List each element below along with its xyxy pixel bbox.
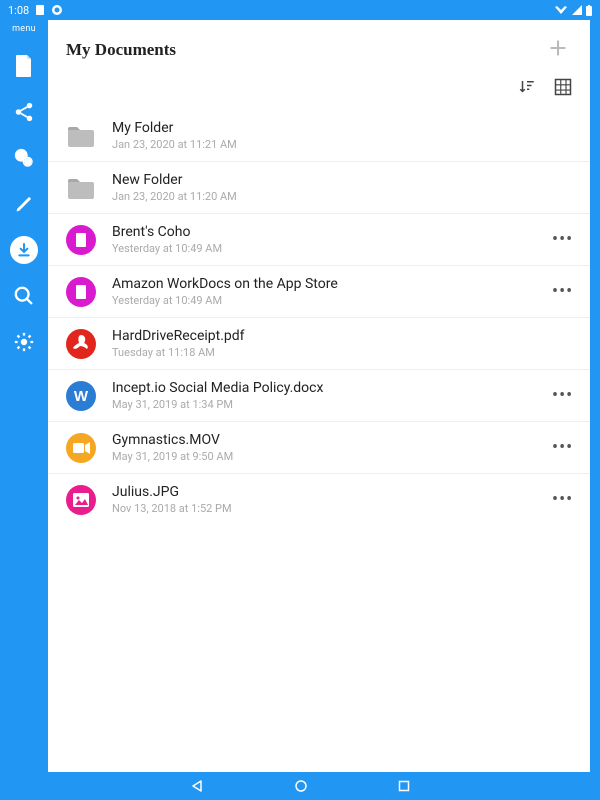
main-panel: My Documents My Folder Jan 23, 2020 at 11… xyxy=(48,20,590,772)
nav-home-button[interactable] xyxy=(294,779,308,793)
more-button[interactable]: ••• xyxy=(548,439,572,457)
list-item-name: New Folder xyxy=(112,172,572,188)
sidebar-download-icon[interactable] xyxy=(10,236,38,264)
battery-icon xyxy=(586,5,592,16)
list-item-meta: May 31, 2019 at 9:50 AM xyxy=(112,450,532,463)
list-item-text: Julius.JPG Nov 13, 2018 at 1:52 PM xyxy=(112,484,532,515)
more-button[interactable]: ••• xyxy=(548,387,572,405)
list-item[interactable]: Julius.JPG Nov 13, 2018 at 1:52 PM ••• xyxy=(48,474,590,525)
video-icon xyxy=(66,433,96,463)
more-button[interactable]: ••• xyxy=(548,231,572,249)
list-item-text: New Folder Jan 23, 2020 at 11:20 AM xyxy=(112,172,572,203)
list-item[interactable]: HardDriveReceipt.pdf Tuesday at 11:18 AM xyxy=(48,318,590,370)
more-icon: ••• xyxy=(552,489,573,510)
list-item-text: Gymnastics.MOV May 31, 2019 at 9:50 AM xyxy=(112,432,532,463)
list-item-meta: Yesterday at 10:49 AM xyxy=(112,242,532,255)
signal-icon xyxy=(572,5,582,15)
status-bar: 1:08 xyxy=(0,0,600,20)
more-icon: ••• xyxy=(552,385,573,406)
list-item-meta: May 31, 2019 at 1:34 PM xyxy=(112,398,532,411)
folder-icon xyxy=(66,121,96,151)
grid-view-button[interactable] xyxy=(554,78,572,100)
list-item-name: Julius.JPG xyxy=(112,484,532,500)
nav-back-button[interactable] xyxy=(190,779,204,793)
more-button[interactable]: ••• xyxy=(548,283,572,301)
page-title: My Documents xyxy=(66,40,176,60)
plus-icon xyxy=(548,38,568,58)
more-icon: ••• xyxy=(552,437,573,458)
list-item-name: Amazon WorkDocs on the App Store xyxy=(112,276,532,292)
image-icon xyxy=(66,485,96,515)
status-left: 1:08 xyxy=(8,4,63,17)
sidebar-chat-icon[interactable] xyxy=(10,144,38,172)
more-button[interactable]: ••• xyxy=(548,491,572,509)
add-button[interactable] xyxy=(544,34,572,66)
sort-icon xyxy=(518,78,536,96)
list-item-text: HardDriveReceipt.pdf Tuesday at 11:18 AM xyxy=(112,328,572,359)
sidebar-settings-icon[interactable] xyxy=(10,328,38,356)
list-item-name: HardDriveReceipt.pdf xyxy=(112,328,572,344)
list-item-text: My Folder Jan 23, 2020 at 11:21 AM xyxy=(112,120,572,151)
list-item[interactable]: W Incept.io Social Media Policy.docx May 3… xyxy=(48,370,590,422)
sort-button[interactable] xyxy=(518,78,536,100)
doc-magenta-icon xyxy=(66,225,96,255)
status-time: 1:08 xyxy=(8,4,29,17)
list-item-meta: Jan 23, 2020 at 11:20 AM xyxy=(112,190,572,203)
pdf-icon xyxy=(66,329,96,359)
list-item[interactable]: My Folder Jan 23, 2020 at 11:21 AM xyxy=(48,110,590,162)
list-item-meta: Tuesday at 11:18 AM xyxy=(112,346,572,359)
grid-icon xyxy=(554,78,572,96)
list-item-text: Brent's Coho Yesterday at 10:49 AM xyxy=(112,224,532,255)
status-app-icon xyxy=(51,4,63,16)
list-item-meta: Yesterday at 10:49 AM xyxy=(112,294,532,307)
sidebar-search-icon[interactable] xyxy=(10,282,38,310)
sidebar: menu xyxy=(0,20,48,772)
sidebar-share-icon[interactable] xyxy=(10,98,38,126)
list-item-name: Gymnastics.MOV xyxy=(112,432,532,448)
toolbar xyxy=(48,72,590,110)
folder-icon xyxy=(66,173,96,203)
wifi-icon xyxy=(554,5,568,15)
list-item-name: Incept.io Social Media Policy.docx xyxy=(112,380,532,396)
more-icon: ••• xyxy=(552,229,573,250)
header: My Documents xyxy=(48,20,590,72)
menu-label[interactable]: menu xyxy=(12,24,36,34)
square-recent-icon xyxy=(398,780,410,792)
svg-text:W: W xyxy=(74,388,89,405)
list-item-meta: Nov 13, 2018 at 1:52 PM xyxy=(112,502,532,515)
list-item[interactable]: Amazon WorkDocs on the App Store Yesterda… xyxy=(48,266,590,318)
status-card-icon xyxy=(35,4,45,16)
android-navbar xyxy=(0,772,600,800)
sidebar-documents-icon[interactable] xyxy=(10,52,38,80)
triangle-back-icon xyxy=(190,779,204,793)
circle-home-icon xyxy=(294,779,308,793)
list-item[interactable]: New Folder Jan 23, 2020 at 11:20 AM xyxy=(48,162,590,214)
list-item-name: Brent's Coho xyxy=(112,224,532,240)
list-item[interactable]: Brent's Coho Yesterday at 10:49 AM ••• xyxy=(48,214,590,266)
word-icon: W xyxy=(66,381,96,411)
document-list[interactable]: My Folder Jan 23, 2020 at 11:21 AM New Fol… xyxy=(48,110,590,772)
list-item-text: Incept.io Social Media Policy.docx May 31… xyxy=(112,380,532,411)
list-item-name: My Folder xyxy=(112,120,572,136)
status-right xyxy=(554,5,592,16)
nav-recent-button[interactable] xyxy=(398,780,410,792)
list-item-text: Amazon WorkDocs on the App Store Yesterda… xyxy=(112,276,532,307)
more-icon: ••• xyxy=(552,281,573,302)
sidebar-edit-icon[interactable] xyxy=(10,190,38,218)
list-item[interactable]: Gymnastics.MOV May 31, 2019 at 9:50 AM ••• xyxy=(48,422,590,474)
doc-magenta-icon xyxy=(66,277,96,307)
list-item-meta: Jan 23, 2020 at 11:21 AM xyxy=(112,138,572,151)
